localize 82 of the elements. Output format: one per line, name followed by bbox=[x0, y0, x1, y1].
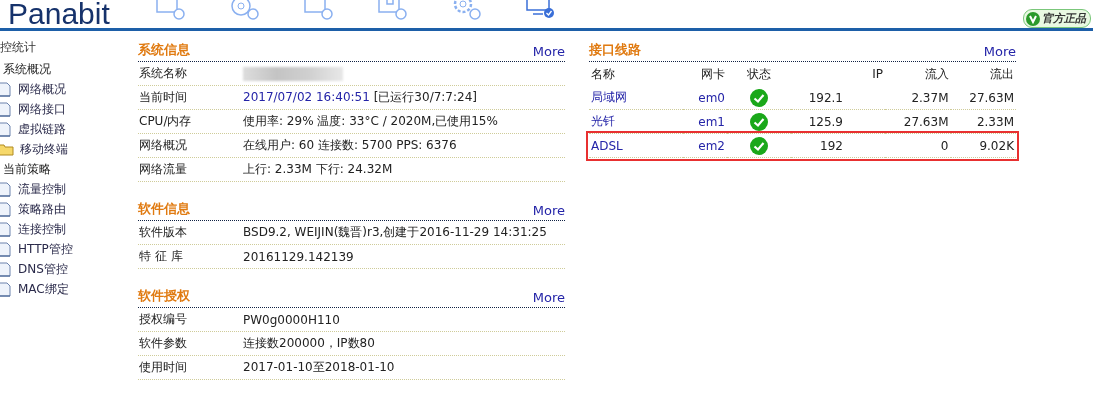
field-value: BSD9.2, WEIJIN(魏晋)r3,创建于2016-11-29 14:31:25 bbox=[243, 224, 547, 241]
sidebar-item[interactable]: MAC绑定 bbox=[18, 280, 69, 298]
field-value: 连接数200000，IP数80 bbox=[243, 335, 375, 352]
check-icon bbox=[750, 136, 768, 155]
section-title: 软件信息 bbox=[138, 200, 190, 218]
field-label: 特 征 库 bbox=[138, 248, 184, 265]
sidebar-item[interactable]: 移动终端 bbox=[20, 140, 68, 158]
sidebar-item[interactable]: 连接控制 bbox=[18, 220, 66, 238]
gear-icon[interactable] bbox=[451, 0, 481, 20]
sidebar-item[interactable]: 策略路由 bbox=[18, 200, 66, 218]
sidebar-group[interactable]: 当前策略 bbox=[0, 159, 128, 179]
authentic-badge: 官方正品 bbox=[1023, 9, 1091, 28]
column-header: 流入 bbox=[924, 66, 949, 81]
section-title: 软件授权 bbox=[138, 287, 190, 305]
sidebar-item[interactable]: 流量控制 bbox=[18, 180, 66, 198]
column-header: IP bbox=[872, 67, 883, 81]
document-icon bbox=[0, 81, 12, 97]
field-label: CPU/内存 bbox=[138, 113, 193, 130]
sidebar-item[interactable]: 虚拟链路 bbox=[18, 120, 66, 138]
table-cell: em1 bbox=[698, 114, 725, 129]
sidebar-item[interactable]: DNS管控 bbox=[18, 260, 68, 278]
more-link[interactable]: More bbox=[983, 44, 1016, 59]
table-cell: em2 bbox=[698, 138, 725, 153]
field-value: 使用率: 29% 温度: 33°C / 2020M,已使用15% bbox=[243, 113, 498, 130]
sidebar-title: 控统计 bbox=[0, 39, 37, 56]
field-label: 软件参数 bbox=[138, 335, 188, 352]
field-label: 软件版本 bbox=[138, 224, 188, 241]
document-icon bbox=[0, 221, 12, 237]
folder-icon bbox=[0, 142, 14, 156]
table-cell: 2.37M bbox=[911, 90, 949, 105]
column-header: 网卡 bbox=[701, 66, 725, 81]
more-link[interactable]: More bbox=[532, 44, 565, 59]
field-value: PW0g0000H110 bbox=[243, 312, 340, 327]
table-cell: 27.63M bbox=[969, 90, 1014, 105]
interface-link[interactable]: 光钎 bbox=[591, 114, 615, 128]
section-title: 接口线路 bbox=[589, 41, 641, 59]
document-icon bbox=[0, 281, 12, 297]
section-title: 系统信息 bbox=[138, 41, 190, 59]
field-value: 在线用户: 60 连接数: 5700 PPS: 6376 bbox=[243, 137, 457, 154]
sidebar-item[interactable]: 网络接口 bbox=[18, 100, 66, 118]
logo: Panabit bbox=[8, 0, 111, 28]
document-icon bbox=[0, 201, 12, 217]
field-value: 20161129.142139 bbox=[243, 249, 354, 264]
box-icon[interactable] bbox=[155, 0, 185, 20]
document-icon bbox=[0, 261, 12, 277]
field-label: 授权编号 bbox=[138, 311, 188, 328]
field-value: 2017/07/02 16:40:51 [已运行30/7:7:24] bbox=[243, 89, 477, 106]
field-value: 2017-01-10至2018-01-10 bbox=[243, 359, 395, 376]
field-label: 使用时间 bbox=[138, 359, 188, 376]
table-cell: em0 bbox=[698, 90, 725, 105]
column-header: 状态 bbox=[747, 66, 771, 81]
sidebar-item[interactable]: 网络概况 bbox=[18, 80, 66, 98]
field-label: 网络概况 bbox=[138, 137, 188, 154]
table-cell: 192.1 bbox=[808, 90, 843, 105]
document-icon bbox=[0, 101, 12, 117]
column-header: 名称 bbox=[591, 66, 615, 81]
puzzle-icon[interactable] bbox=[377, 0, 407, 20]
sidebar-group[interactable]: 系统概况 bbox=[0, 59, 128, 79]
field-label: 网络流量 bbox=[138, 161, 188, 178]
check-icon bbox=[750, 112, 768, 131]
column-header: 流出 bbox=[990, 66, 1014, 81]
table-cell: 2.33M bbox=[976, 114, 1014, 129]
document-icon bbox=[0, 181, 12, 197]
table-cell: 125.9 bbox=[808, 114, 843, 129]
document-icon bbox=[0, 241, 12, 257]
table-cell: 0 bbox=[940, 138, 949, 153]
more-link[interactable]: More bbox=[532, 203, 565, 218]
disc-icon[interactable] bbox=[229, 0, 259, 20]
field-value: 上行: 2.33M 下行: 24.32M bbox=[243, 161, 393, 178]
document-icon bbox=[0, 121, 12, 137]
table-cell: 9.02K bbox=[979, 138, 1014, 153]
table-cell: 192 bbox=[820, 138, 843, 153]
field-label: 当前时间 bbox=[138, 89, 188, 106]
table-cell: 27.63M bbox=[903, 114, 949, 129]
interface-link[interactable]: 局域网 bbox=[591, 90, 627, 104]
field-label: 系统名称 bbox=[138, 65, 188, 82]
box-icon[interactable] bbox=[303, 0, 333, 20]
monitor-icon[interactable] bbox=[525, 0, 555, 20]
sidebar-item[interactable]: HTTP管控 bbox=[18, 240, 73, 258]
check-icon bbox=[750, 88, 768, 107]
interface-link[interactable]: ADSL bbox=[591, 138, 623, 153]
more-link[interactable]: More bbox=[532, 290, 565, 305]
